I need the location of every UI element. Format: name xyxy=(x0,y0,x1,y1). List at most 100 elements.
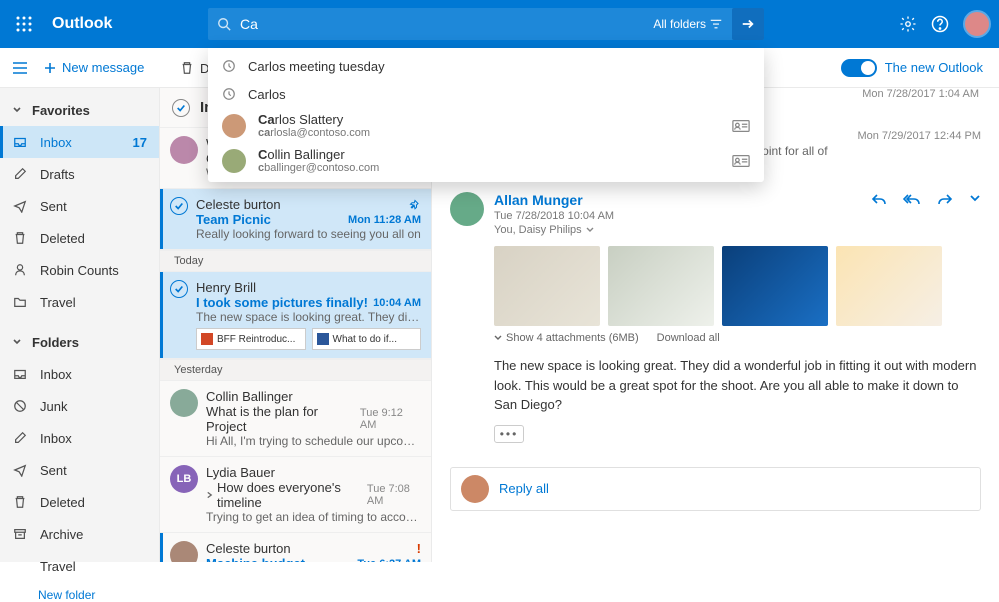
message-row[interactable]: LB Lydia Bauer How does everyone's timel… xyxy=(160,457,431,533)
toggle-switch[interactable] xyxy=(841,59,877,77)
sender-avatar xyxy=(170,136,198,164)
sidebar-item-person[interactable]: Robin Counts xyxy=(0,254,159,286)
reply-all-button[interactable] xyxy=(903,192,921,236)
attachment-chip[interactable]: What to do if... xyxy=(312,328,422,350)
chevron-right-icon xyxy=(206,491,213,499)
sidebar-item-inbox[interactable]: Inbox 17 xyxy=(0,126,159,158)
suggestion-recent[interactable]: Carlos xyxy=(208,80,764,108)
attachment-chip[interactable]: BFF Reintroduc... xyxy=(196,328,306,350)
sender-avatar xyxy=(450,192,484,226)
pin-icon[interactable] xyxy=(409,199,421,211)
sent-icon xyxy=(12,463,28,477)
sidebar-item-travel[interactable]: Travel xyxy=(0,550,159,582)
history-icon xyxy=(222,59,236,73)
person-avatar xyxy=(222,149,246,173)
forward-button[interactable] xyxy=(937,192,953,236)
folder-sidebar: Favorites Inbox 17 Drafts Sent Deleted R… xyxy=(0,88,160,562)
date-group-today: Today xyxy=(160,250,431,272)
select-all-checkbox[interactable] xyxy=(172,99,190,117)
person-avatar xyxy=(222,114,246,138)
user-avatar xyxy=(461,475,489,503)
conversation-item-expanded: Allan Munger Tue 7/28/2018 10:04 AM You,… xyxy=(450,192,981,236)
attachment-thumbnail[interactable] xyxy=(494,246,600,326)
suggestion-person[interactable]: Carlos Slattery carlosla@contoso.com xyxy=(208,108,764,143)
sidebar-item-drafts[interactable]: Inbox xyxy=(0,422,159,454)
chevron-down-icon[interactable] xyxy=(586,226,594,234)
chevron-down-icon xyxy=(12,105,22,115)
trash-icon xyxy=(180,61,194,75)
sender-name: Allan Munger xyxy=(494,192,861,208)
sender-avatar: LB xyxy=(170,465,198,493)
download-all-link[interactable]: Download all xyxy=(657,332,720,344)
attachment-thumbnail[interactable] xyxy=(608,246,714,326)
user-avatar[interactable] xyxy=(963,10,991,38)
suggestion-recent[interactable]: Carlos meeting tuesday xyxy=(208,52,764,80)
expand-quoted-button[interactable]: ••• xyxy=(494,425,524,443)
app-launcher-button[interactable] xyxy=(0,0,48,48)
search-input[interactable] xyxy=(240,16,653,32)
conversation-date: Mon 7/28/2017 1:04 AM xyxy=(862,88,979,100)
sender-avatar xyxy=(170,389,198,417)
message-row[interactable]: Celeste burton! Machine budgetTue 6:27 A… xyxy=(160,533,431,562)
more-actions-button[interactable] xyxy=(969,192,981,236)
chevron-down-icon xyxy=(494,334,502,342)
reply-box[interactable]: Reply all xyxy=(450,467,981,511)
message-checkbox[interactable] xyxy=(170,197,188,215)
search-box[interactable]: All folders xyxy=(208,8,764,40)
sidebar-item-inbox[interactable]: Inbox xyxy=(0,358,159,390)
sidebar-item-archive[interactable]: Archive xyxy=(0,518,159,550)
folders-section-header[interactable]: Folders xyxy=(0,326,159,358)
help-button[interactable] xyxy=(931,15,949,33)
app-name: Outlook xyxy=(48,15,112,33)
email-body: The new space is looking great. They did… xyxy=(494,356,981,415)
person-icon xyxy=(12,263,28,277)
suggestion-person[interactable]: Collin Ballinger cballinger@contoso.com xyxy=(208,143,764,178)
reply-all-link[interactable]: Reply all xyxy=(499,481,549,496)
attachment-thumbnails xyxy=(494,246,981,326)
search-scope-dropdown[interactable]: All folders xyxy=(653,17,728,31)
folder-icon xyxy=(12,295,28,309)
contact-card-icon[interactable] xyxy=(732,119,750,133)
inbox-icon xyxy=(12,367,28,381)
message-row[interactable]: Collin Ballinger What is the plan for Pr… xyxy=(160,381,431,457)
draft-icon xyxy=(12,167,28,181)
favorites-section-header[interactable]: Favorites xyxy=(0,94,159,126)
new-message-button[interactable]: New message xyxy=(40,60,144,75)
importance-flag-icon: ! xyxy=(417,541,421,556)
chevron-down-icon xyxy=(12,337,22,347)
date-group-yesterday: Yesterday xyxy=(160,359,431,381)
sidebar-item-sent[interactable]: Sent xyxy=(0,190,159,222)
sent-icon xyxy=(12,199,28,213)
sidebar-item-travel[interactable]: Travel xyxy=(0,286,159,318)
title-bar: Outlook All folders xyxy=(0,0,999,48)
sidebar-item-deleted[interactable]: Deleted xyxy=(0,222,159,254)
sidebar-item-sent[interactable]: Sent xyxy=(0,454,159,486)
sidebar-item-drafts[interactable]: Drafts xyxy=(0,158,159,190)
help-icon xyxy=(931,15,949,33)
settings-button[interactable] xyxy=(899,15,917,33)
message-timestamp: Tue 7/28/2018 10:04 AM xyxy=(494,210,861,222)
search-suggestions-dropdown: Carlos meeting tuesday Carlos Carlos Sla… xyxy=(208,48,764,182)
archive-icon xyxy=(12,527,28,541)
message-row[interactable]: Celeste burton Team PicnicMon 11:28 AM R… xyxy=(160,189,431,250)
reply-button[interactable] xyxy=(871,192,887,236)
sidebar-item-deleted[interactable]: Deleted xyxy=(0,486,159,518)
message-date: Mon 7/29/2017 12:44 PM xyxy=(857,128,981,142)
draft-icon xyxy=(12,431,28,445)
show-attachments-link[interactable]: Show 4 attachments (6MB) xyxy=(494,332,639,344)
new-outlook-toggle[interactable]: The new Outlook xyxy=(841,59,983,77)
trash-icon xyxy=(12,231,28,245)
search-submit-button[interactable] xyxy=(732,8,764,40)
gear-icon xyxy=(899,15,917,33)
trash-icon xyxy=(12,495,28,509)
message-row[interactable]: Henry Brill I took some pictures finally… xyxy=(160,272,431,359)
sidebar-item-junk[interactable]: Junk xyxy=(0,390,159,422)
attachment-thumbnail[interactable] xyxy=(836,246,942,326)
junk-icon xyxy=(12,399,28,413)
message-checkbox[interactable] xyxy=(170,280,188,298)
contact-card-icon[interactable] xyxy=(732,154,750,168)
sender-avatar xyxy=(170,541,198,562)
nav-toggle-button[interactable] xyxy=(0,61,40,75)
attachment-thumbnail[interactable] xyxy=(722,246,828,326)
new-folder-link[interactable]: New folder xyxy=(0,582,159,602)
